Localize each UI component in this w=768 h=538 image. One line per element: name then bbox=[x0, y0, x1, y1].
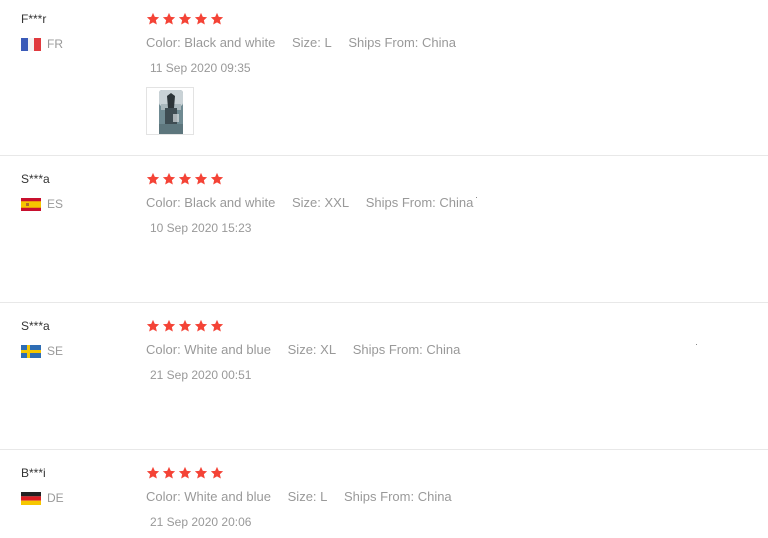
review-date: 21 Sep 2020 00:51 bbox=[150, 368, 252, 382]
review-attributes: Color: Black and white Size: XXL Ships F… bbox=[146, 195, 486, 210]
stray-dot bbox=[696, 344, 697, 345]
color-attribute: Color: White and blue bbox=[146, 489, 272, 504]
review-date: 11 Sep 2020 09:35 bbox=[150, 61, 251, 75]
star-icon bbox=[162, 12, 176, 25]
review-divider bbox=[0, 155, 768, 156]
review-date: 21 Sep 2020 20:06 bbox=[150, 515, 252, 529]
star-icon bbox=[162, 466, 176, 479]
reviewer-name: B***i bbox=[21, 466, 46, 480]
reviewer-country: FR bbox=[21, 37, 63, 51]
star-icon bbox=[210, 466, 224, 479]
color-attribute: Color: Black and white bbox=[146, 195, 276, 210]
star-icon bbox=[194, 172, 208, 185]
size-attribute: Size: L bbox=[291, 35, 332, 50]
country-code: SE bbox=[47, 343, 64, 358]
color-attribute: Color: White and blue bbox=[146, 342, 272, 357]
star-rating bbox=[146, 12, 224, 26]
star-icon bbox=[210, 319, 224, 332]
stray-dot bbox=[476, 197, 477, 198]
review-divider bbox=[0, 449, 768, 450]
ships-from-attribute: Ships From: China bbox=[348, 35, 456, 50]
review-divider bbox=[0, 302, 768, 303]
star-icon bbox=[194, 12, 208, 25]
size-attribute: Size: XL bbox=[287, 342, 337, 357]
ships-from-attribute: Ships From: China bbox=[352, 342, 461, 357]
size-attribute: Size: L bbox=[287, 489, 328, 504]
star-icon bbox=[178, 466, 192, 479]
star-icon bbox=[178, 12, 192, 25]
star-icon bbox=[178, 172, 192, 185]
star-icon bbox=[162, 319, 176, 332]
star-rating bbox=[146, 172, 224, 186]
spain-flag-icon bbox=[21, 197, 41, 211]
reviewer-name: S***a bbox=[21, 172, 50, 186]
star-icon bbox=[146, 466, 160, 479]
star-icon bbox=[194, 466, 208, 479]
review-attributes: Color: White and blue Size: XL Ships Fro… bbox=[146, 342, 473, 357]
star-icon bbox=[210, 172, 224, 185]
star-icon bbox=[146, 319, 160, 332]
sweden-flag-icon bbox=[21, 344, 41, 358]
france-flag-icon bbox=[21, 37, 41, 51]
star-icon bbox=[162, 172, 176, 185]
reviewer-name: S***a bbox=[21, 319, 50, 333]
star-icon bbox=[210, 12, 224, 25]
star-icon bbox=[194, 319, 208, 332]
star-icon bbox=[146, 12, 160, 25]
reviewer-country: DE bbox=[21, 491, 64, 505]
reviewer-country: SE bbox=[21, 344, 63, 358]
country-code: DE bbox=[47, 490, 64, 505]
review-attributes: Color: Black and white Size: L Ships Fro… bbox=[146, 35, 469, 50]
star-icon bbox=[146, 172, 160, 185]
ships-from-attribute: Ships From: China bbox=[344, 489, 452, 504]
review-date: 10 Sep 2020 15:23 bbox=[150, 221, 252, 235]
country-code: FR bbox=[47, 36, 63, 51]
germany-flag-icon bbox=[21, 491, 41, 505]
reviewer-country: ES bbox=[21, 197, 63, 211]
country-code: ES bbox=[47, 196, 64, 211]
review-attributes: Color: White and blue Size: L Ships From… bbox=[146, 489, 465, 504]
size-attribute: Size: XXL bbox=[291, 195, 350, 210]
review-photo-thumbnail[interactable] bbox=[146, 87, 194, 135]
star-rating bbox=[146, 466, 224, 480]
ships-from-attribute: Ships From: China bbox=[365, 195, 474, 210]
color-attribute: Color: Black and white bbox=[146, 35, 276, 50]
reviewer-name: F***r bbox=[21, 12, 47, 26]
star-icon bbox=[178, 319, 192, 332]
star-rating bbox=[146, 319, 224, 333]
